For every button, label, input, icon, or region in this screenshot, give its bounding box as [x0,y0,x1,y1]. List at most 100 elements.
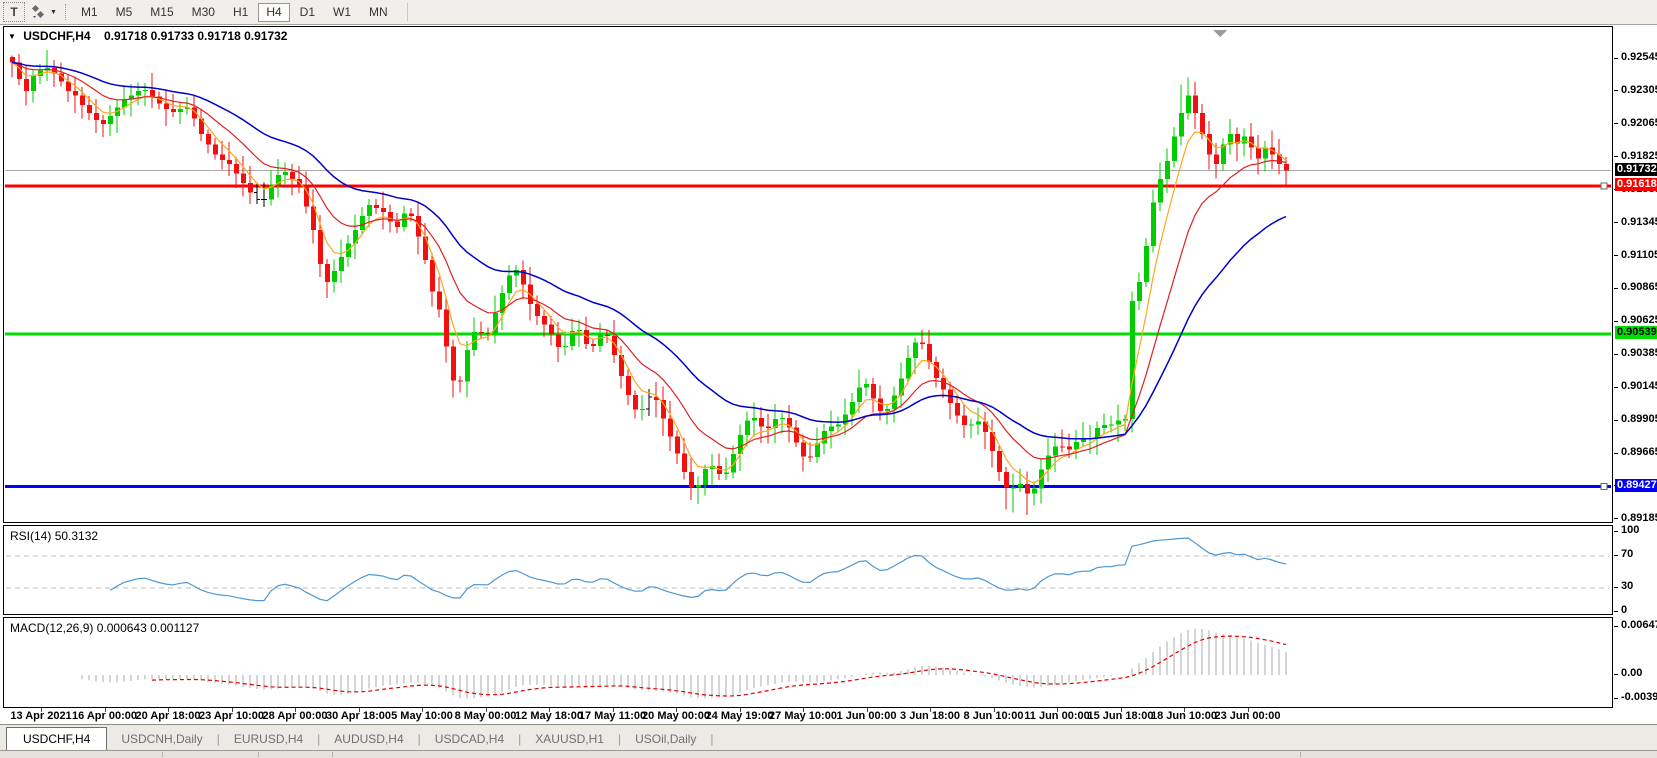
tab-usoil-daily[interactable]: USOil,Daily [621,728,710,751]
price-tick [1614,255,1618,256]
chart-dropdown-icon[interactable]: ▼ [8,32,16,41]
candle-body [1025,484,1030,493]
candle-body [766,427,771,429]
candle-body [850,402,855,414]
toolbar-separator [407,3,408,21]
candle-body [885,409,890,411]
line-drag-handle[interactable] [1601,484,1607,490]
arrange-charts-icon[interactable] [28,3,48,21]
price-tick [1614,288,1618,289]
macd-axis: 0.006470.00-0.003916 [1614,617,1657,708]
time-axis-label: 13 Apr 2021 [10,710,71,722]
price-axis[interactable]: 0.925450.923050.920650.918250.915850.913… [1614,26,1657,523]
rsi-tick-label: 30 [1621,580,1633,592]
chart-title: ▼ USDCHF,H4 0.91718 0.91733 0.91718 0.91… [8,29,287,43]
price-tick-label: 0.90625 [1621,314,1657,326]
macd-label: MACD(12,26,9) 0.000643 0.001127 [10,621,199,635]
candle-body [101,120,106,124]
candle-body [696,485,701,488]
main-chart-pane[interactable] [3,26,1613,523]
timeframe-button-M30[interactable]: M30 [184,3,223,22]
candle-body [395,222,400,227]
chart-shift-marker[interactable] [1213,30,1227,37]
price-tick [1614,58,1618,59]
timeframe-button-H1[interactable]: H1 [225,3,256,22]
timeframe-button-H4[interactable]: H4 [258,3,289,22]
timeframe-button-M15[interactable]: M15 [142,3,181,22]
tab-audusd-h4[interactable]: AUDUSD,H4 [320,728,417,751]
candle-body [829,426,834,431]
tab-divider: | [710,732,713,751]
chevron-down-icon[interactable]: ▼ [50,9,57,16]
candle-body [1200,113,1205,134]
time-axis-label: 23 Jun 00:00 [1214,710,1280,722]
timeframe-button-M1[interactable]: M1 [73,3,106,22]
candle-body [416,216,421,237]
timeframe-button-W1[interactable]: W1 [325,3,359,22]
candle-body [430,260,435,292]
candle-body [206,134,211,145]
candle-body [563,346,568,347]
candle-body [556,334,561,347]
price-tick [1614,453,1618,454]
price-tick [1614,354,1618,355]
price-marker-box: 0.90539 [1615,326,1657,339]
time-axis-label: 27 May 10:00 [769,710,837,722]
timeframe-toolbar: M1M5M15M30H1H4D1W1MN [72,3,397,22]
macd-indicator-pane[interactable] [3,617,1613,708]
candle-body [143,90,148,91]
candle-body [535,304,540,316]
candle-body [1011,487,1016,488]
candle-body [31,76,36,91]
time-axis-label: 20 Apr 18:00 [135,710,200,722]
text-tool-icon[interactable]: T [3,2,25,22]
timeframe-button-M5[interactable]: M5 [108,3,141,22]
candle-body [1179,113,1184,136]
macd-tick [1614,698,1618,699]
candle-body [1151,202,1156,246]
candle-body [675,436,680,453]
rsi-tick [1614,531,1618,532]
candle-body [248,183,253,193]
rsi-tick-label: 0 [1621,604,1627,616]
candle-body [815,443,820,457]
macd-tick [1614,674,1618,675]
price-tick [1614,222,1618,223]
candle-body [10,57,15,62]
rsi-tick [1614,587,1618,588]
status-divider [258,752,259,757]
tab-usdcnh-daily[interactable]: USDCNH,Daily [107,728,216,751]
candle-body [241,174,246,184]
candle-body [1137,282,1142,301]
candle-body [682,454,687,472]
candle-body [1004,472,1009,488]
tab-usdchf-h4[interactable]: USDCHF,H4 [6,727,107,752]
candle-body [1053,446,1058,455]
candle-body [437,292,442,310]
tab-eurusd-h4[interactable]: EURUSD,H4 [220,728,317,751]
rsi-label: RSI(14) 50.3132 [10,529,98,543]
timeframe-button-D1[interactable]: D1 [292,3,323,22]
candle-body [934,362,939,378]
macd-tick-label: 0.00 [1621,667,1642,679]
tab-usdcad-h4[interactable]: USDCAD,H4 [421,728,518,751]
price-tick-label: 0.90865 [1621,281,1657,293]
macd-tick-label: -0.003916 [1621,691,1657,703]
timeframe-button-MN[interactable]: MN [361,3,396,22]
rsi-indicator-pane[interactable] [3,525,1613,615]
candle-body [745,420,750,434]
price-tick [1614,518,1618,519]
line-drag-handle[interactable] [1601,183,1607,189]
rsi-line [110,538,1286,601]
tab-xauusd-h1[interactable]: XAUUSD,H1 [521,728,618,751]
price-tick-label: 0.89665 [1621,446,1657,458]
candle-body [1193,95,1198,113]
candle-body [724,472,729,474]
price-tick [1614,387,1618,388]
time-axis-label: 23 Apr 10:00 [199,710,264,722]
price-tick [1614,90,1618,91]
candle-body [1067,447,1072,450]
price-marker-box: 0.91618 [1615,178,1657,191]
candle-body [689,472,694,488]
time-axis[interactable]: 13 Apr 202116 Apr 00:0020 Apr 18:0023 Ap… [3,708,1613,724]
